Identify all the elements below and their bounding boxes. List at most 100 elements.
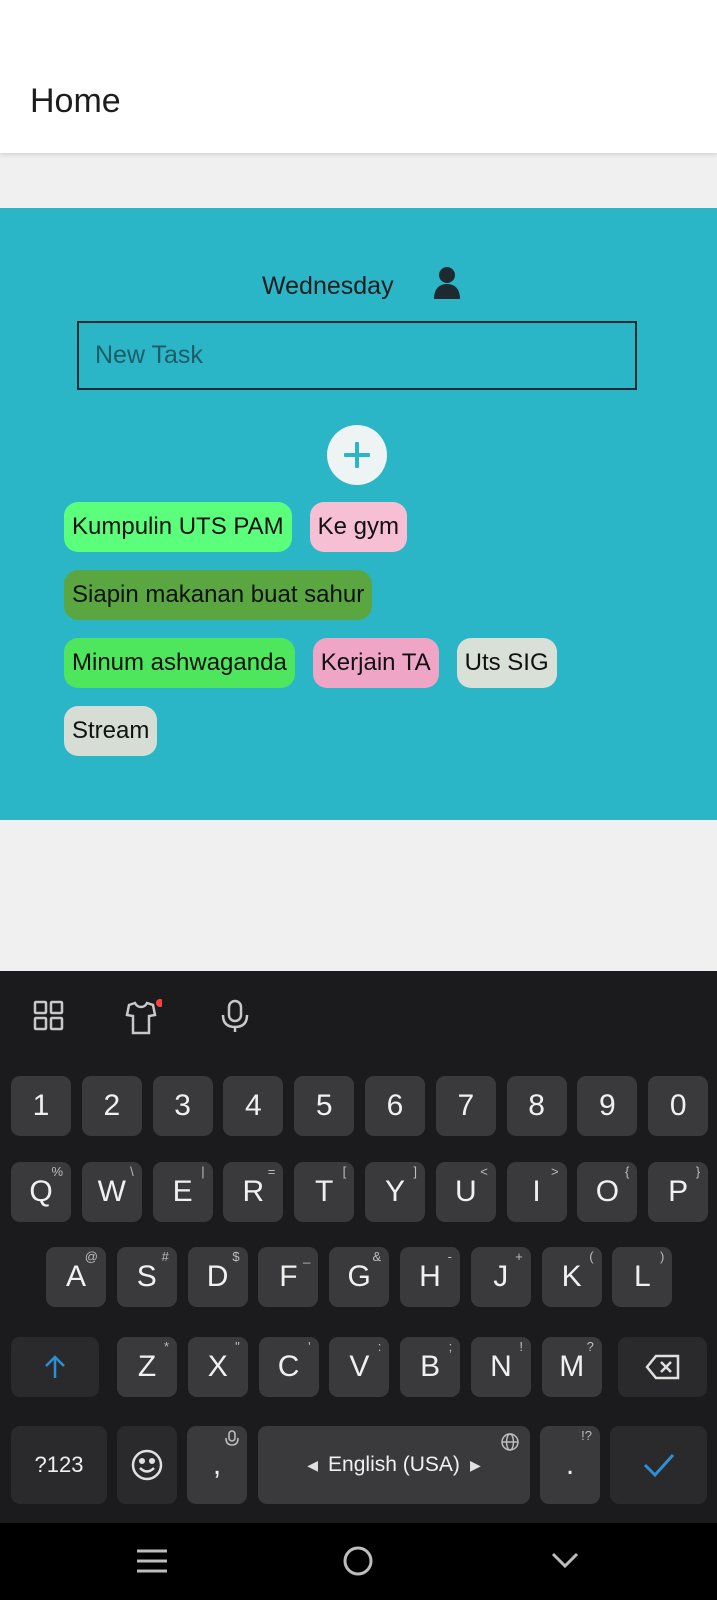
home-circle-icon[interactable] <box>338 1541 378 1581</box>
task-chip[interactable]: Minum ashwaganda <box>64 638 295 688</box>
key-r-label: R <box>242 1175 265 1208</box>
key-u-label: U <box>454 1175 477 1208</box>
page-title: Home <box>30 82 121 120</box>
key-1[interactable]: 1 <box>11 1076 71 1136</box>
task-chip[interactable]: Stream <box>64 706 158 756</box>
space-key[interactable]: ◀ English (USA) ▶ <box>258 1426 530 1504</box>
user-icon[interactable] <box>432 266 462 300</box>
new-task-input[interactable] <box>77 321 637 390</box>
key-hint: > <box>551 1164 559 1179</box>
app-bar: Home <box>0 0 717 153</box>
task-chip[interactable]: Siapin makanan buat sahur <box>64 570 373 620</box>
key-6[interactable]: 6 <box>365 1076 425 1136</box>
enter-key[interactable] <box>610 1426 707 1504</box>
task-chip[interactable]: Uts SIG <box>456 638 557 688</box>
key-0[interactable]: 0 <box>648 1076 709 1136</box>
task-chip[interactable]: Kumpulin UTS PAM <box>64 502 292 552</box>
key-d[interactable]: D $ <box>187 1247 248 1307</box>
key-l[interactable]: L) <box>612 1247 673 1307</box>
key-j-label: J <box>493 1260 509 1293</box>
shift-key[interactable] <box>11 1337 99 1397</box>
key-a[interactable]: A @ <box>46 1247 106 1307</box>
chevron-down-icon[interactable] <box>545 1541 585 1581</box>
key-p[interactable]: P} <box>648 1162 709 1222</box>
key-k[interactable]: K( <box>541 1247 602 1307</box>
key-z-label: Z <box>137 1350 157 1383</box>
add-task-button[interactable] <box>327 425 387 485</box>
key-t[interactable]: T[ <box>294 1162 355 1222</box>
task-chip[interactable]: Ke gym <box>309 502 407 552</box>
key-q[interactable]: Q% <box>11 1162 71 1222</box>
key-5[interactable]: 5 <box>294 1076 355 1136</box>
key-2-label: 2 <box>103 1089 121 1122</box>
key-b[interactable]: B; <box>400 1337 461 1397</box>
key-r[interactable]: R = <box>223 1162 284 1222</box>
mic-icon[interactable] <box>218 999 252 1033</box>
symbols-key[interactable]: ?123 <box>11 1426 107 1504</box>
key-y-label: Y <box>384 1175 405 1208</box>
key-c[interactable]: C ' <box>258 1337 319 1397</box>
key-hint: " <box>235 1339 240 1354</box>
key-hint: : <box>377 1339 382 1354</box>
key-y[interactable]: Y] <box>365 1162 425 1222</box>
key-j[interactable]: J + <box>470 1247 531 1307</box>
key-i[interactable]: I > <box>506 1162 567 1222</box>
key-8[interactable]: 8 <box>506 1076 567 1136</box>
key-n[interactable]: N! <box>471 1337 531 1397</box>
key-hint: ' <box>308 1339 311 1354</box>
key-9[interactable]: 9 <box>577 1076 638 1136</box>
comma-key-label: , <box>212 1448 222 1481</box>
key-v[interactable]: V: <box>329 1337 390 1397</box>
key-7-label: 7 <box>457 1089 475 1122</box>
key-s[interactable]: S # <box>116 1247 177 1307</box>
key-hint: !? <box>581 1428 592 1443</box>
key-e-label: E <box>172 1175 193 1208</box>
grid-icon[interactable] <box>32 999 66 1033</box>
day-row: Wednesday <box>262 266 460 306</box>
key-3-label: 3 <box>174 1089 191 1122</box>
key-hint: = <box>267 1164 276 1179</box>
key-hint: ; <box>448 1339 453 1354</box>
key-m-label: M <box>559 1350 585 1383</box>
key-hint: ) <box>660 1249 665 1264</box>
backspace-key[interactable] <box>618 1337 707 1397</box>
key-u[interactable]: U < <box>435 1162 496 1222</box>
key-0-label: 0 <box>669 1089 687 1122</box>
key-h[interactable]: H- <box>400 1247 460 1307</box>
shirt-icon[interactable] <box>122 999 164 1035</box>
key-4[interactable]: 4 <box>223 1076 284 1136</box>
key-hint: \ <box>130 1164 134 1179</box>
key-7[interactable]: 7 <box>435 1076 496 1136</box>
key-z[interactable]: Z * <box>117 1337 177 1397</box>
key-c-label: C <box>277 1350 300 1383</box>
key-x[interactable]: X " <box>187 1337 248 1397</box>
task-row: Kumpulin UTS PAM Ke gym <box>64 502 684 552</box>
key-e[interactable]: E | <box>152 1162 213 1222</box>
emoji-key[interactable] <box>117 1426 177 1504</box>
key-hint: [ <box>342 1164 347 1179</box>
key-2[interactable]: 2 <box>81 1076 142 1136</box>
key-x-label: X <box>207 1350 228 1383</box>
plus-icon <box>344 442 370 468</box>
key-b-label: B <box>420 1350 441 1383</box>
key-w-label: W <box>97 1175 126 1208</box>
comma-key[interactable]: , <box>187 1426 247 1504</box>
menu-icon[interactable] <box>132 1541 172 1581</box>
key-f-label: F <box>279 1260 298 1293</box>
task-chip[interactable]: Kerjain TA <box>312 638 439 688</box>
key-w[interactable]: W \ <box>81 1162 142 1222</box>
day-label: Wednesday <box>262 271 394 300</box>
key-q-label: Q <box>29 1175 53 1208</box>
key-m[interactable]: M? <box>541 1337 602 1397</box>
key-hint: ( <box>589 1249 594 1264</box>
key-o[interactable]: O{ <box>577 1162 638 1222</box>
key-3[interactable]: 3 <box>152 1076 213 1136</box>
key-hint: } <box>695 1164 701 1179</box>
shift-arrow-icon <box>45 1355 65 1378</box>
key-k-label: K <box>561 1260 582 1293</box>
key-o-label: O <box>595 1175 620 1208</box>
period-key[interactable]: .!? <box>540 1426 600 1504</box>
key-g[interactable]: G & <box>329 1247 390 1307</box>
globe-icon <box>501 1433 519 1451</box>
key-f[interactable]: F _ <box>258 1247 319 1307</box>
